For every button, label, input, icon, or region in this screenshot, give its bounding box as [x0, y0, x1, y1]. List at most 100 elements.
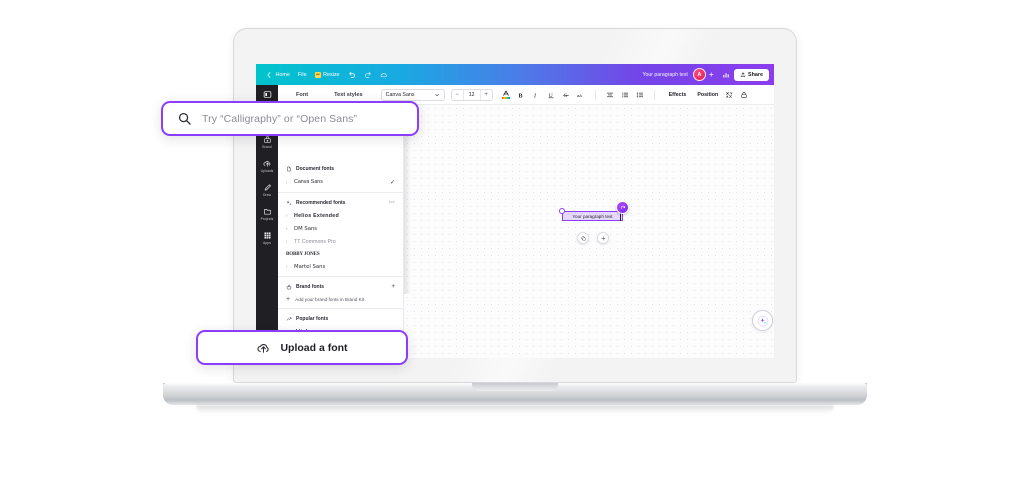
magic-assistant-button[interactable]	[752, 310, 773, 331]
font-name: Helios Extended	[294, 212, 339, 219]
undo-button[interactable]	[344, 69, 360, 81]
font-name: BOBBY JONES	[286, 251, 320, 257]
selected-text-element[interactable]: Your paragraph text	[562, 211, 623, 221]
invite-members-button[interactable]: +	[709, 70, 714, 79]
resize-label: Resize	[323, 71, 340, 78]
font-search-input[interactable]: Try “Calligraphy” or “Open Sans”	[202, 113, 357, 125]
sparkle-icon	[286, 200, 292, 205]
divider	[278, 276, 403, 277]
font-family-select[interactable]: Canva Sans	[380, 88, 445, 101]
tab-font[interactable]: Font	[296, 92, 308, 98]
sidebar-label-draw: Draw	[262, 193, 272, 197]
font-name: Martel Sans	[294, 263, 326, 270]
svg-text:B: B	[518, 93, 522, 99]
cloud-saved-button[interactable]	[376, 69, 392, 81]
brand-kit-icon	[286, 284, 292, 290]
chevron-right-icon: ›	[286, 179, 288, 185]
tab-text-styles[interactable]: Text styles	[334, 92, 363, 98]
font-row-tt-commons-pro[interactable]: › TT Commons Pro	[278, 235, 403, 248]
file-label: File	[297, 71, 307, 78]
share-button[interactable]: Share	[733, 68, 769, 81]
popular-fonts-label: Popular fonts	[296, 316, 329, 322]
text-color-button[interactable]	[501, 90, 510, 99]
bold-icon[interactable]: B	[517, 91, 525, 99]
font-row-dm-sans[interactable]: › DM Sans	[278, 222, 403, 235]
sidebar-item-uploads[interactable]: Uploads	[256, 159, 278, 173]
font-size-value[interactable]: 12	[462, 89, 481, 100]
bar-chart-icon	[722, 72, 729, 77]
svg-text:I: I	[533, 93, 537, 99]
font-row-helios-extended[interactable]: › Helios Extended	[278, 209, 403, 222]
font-size-decrease[interactable]: −	[452, 90, 463, 100]
text-color-icon	[502, 90, 509, 96]
toolbar-divider	[594, 89, 596, 100]
insights-button[interactable]	[718, 69, 734, 81]
text-format-icons: B I U S aA Effects Position	[501, 89, 749, 100]
apps-icon	[263, 232, 271, 239]
redo-button[interactable]	[360, 69, 376, 81]
sidebar-item-brand[interactable]: Brand	[256, 135, 278, 149]
underline-icon[interactable]: U	[547, 91, 555, 99]
list-icon[interactable]	[621, 91, 629, 99]
strikethrough-icon[interactable]: S	[562, 91, 570, 99]
font-search-callout[interactable]: Try “Calligraphy” or “Open Sans”	[161, 101, 419, 136]
redo-icon	[364, 71, 371, 78]
color-swatch-bar	[501, 96, 510, 99]
check-icon: ✓	[389, 179, 395, 186]
italic-icon[interactable]: I	[532, 91, 540, 99]
home-button[interactable]: Home	[261, 69, 294, 81]
rotate-handle[interactable]	[616, 201, 629, 214]
svg-text:aA: aA	[577, 93, 582, 98]
add-brand-font-button[interactable]: +	[391, 284, 395, 290]
add-element-button[interactable]	[597, 232, 609, 244]
sidebar-item-draw[interactable]: Draw	[256, 183, 278, 197]
draw-icon	[264, 184, 271, 191]
recommended-more-button[interactable]: ···	[389, 200, 395, 206]
font-size-increase[interactable]: +	[481, 90, 492, 100]
uploads-icon	[263, 161, 270, 167]
brand-kit-cta[interactable]: + Add your brand fonts in Brand Kit	[278, 293, 403, 305]
upload-font-label: Upload a font	[280, 341, 348, 354]
letter-case-icon[interactable]: aA	[577, 91, 585, 99]
effects-button[interactable]: Effects	[669, 92, 687, 98]
brand-fonts-label: Brand fonts	[296, 284, 325, 290]
font-row-martel-sans[interactable]: › Martel Sans	[278, 260, 403, 273]
font-row-bobby-jones[interactable]: BOBBY JONES	[278, 248, 403, 260]
avatar[interactable]: A	[692, 68, 706, 81]
recommended-fonts-label: Recommended fonts	[296, 200, 346, 206]
font-panel: Document fonts › Canva Sans ✓ Recommende…	[278, 105, 404, 358]
toolbar-divider-2	[653, 89, 655, 100]
undo-icon	[348, 71, 355, 78]
resize-button[interactable]: Resize	[311, 70, 344, 80]
selected-text-value: Your paragraph text	[572, 213, 613, 219]
file-menu-button[interactable]: File	[294, 70, 311, 80]
trending-up-icon	[286, 317, 292, 321]
font-size-stepper[interactable]: − 12 +	[450, 88, 493, 101]
position-button[interactable]: Position	[697, 92, 718, 98]
text-align-icon[interactable]	[606, 91, 614, 99]
upload-font-callout[interactable]: Upload a font	[196, 330, 408, 365]
sidebar-label-uploads: Uploads	[260, 169, 274, 173]
font-row-canva-sans[interactable]: › Canva Sans ✓	[278, 175, 403, 189]
animate-icon[interactable]	[725, 91, 733, 99]
lock-icon[interactable]	[740, 91, 748, 99]
document-title[interactable]: Your paragraph text	[642, 72, 687, 78]
share-label: Share	[748, 71, 763, 78]
crown-icon	[314, 71, 321, 78]
sidebar-label-projects: Projects	[260, 217, 274, 221]
rotate-icon	[620, 205, 625, 209]
sidebar-item-apps[interactable]: Apps	[256, 231, 278, 245]
sidebar-item-projects[interactable]: Projects	[256, 207, 278, 221]
font-name: DM Sans	[294, 225, 318, 232]
search-icon	[178, 112, 191, 125]
chevron-right-icon: ›	[286, 226, 288, 231]
line-spacing-icon[interactable]	[636, 91, 644, 99]
chevron-down-icon	[434, 93, 439, 96]
sidebar-label-apps: Apps	[263, 241, 271, 245]
duplicate-button[interactable]	[577, 232, 589, 244]
recommended-fonts-header: Recommended fonts ···	[278, 196, 403, 209]
selection-handle[interactable]	[559, 208, 565, 214]
font-panel-scroll[interactable]: Document fonts › Canva Sans ✓ Recommende…	[278, 105, 403, 339]
duplicate-icon	[581, 236, 586, 241]
magic-star-icon	[757, 315, 768, 326]
